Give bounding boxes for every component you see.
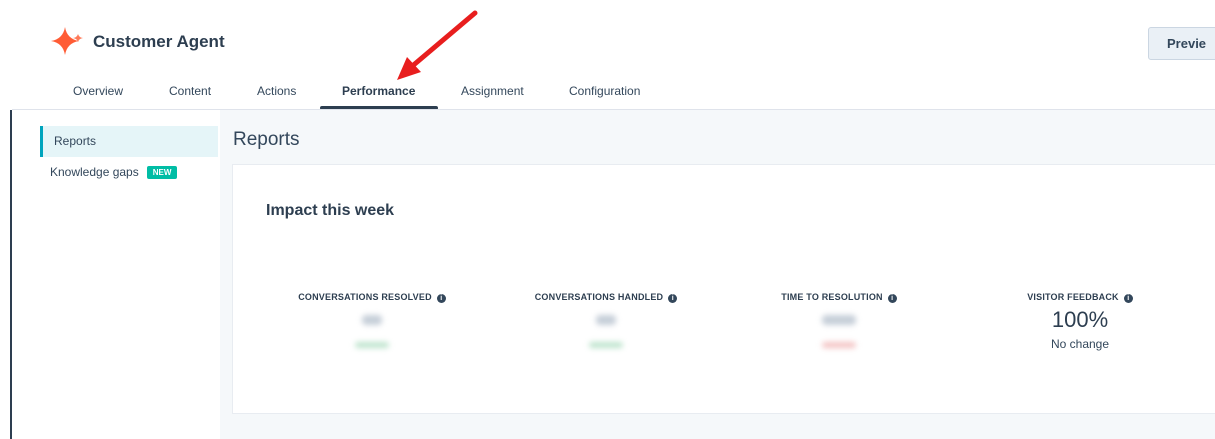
info-icon[interactable]: i bbox=[668, 294, 678, 303]
info-icon[interactable]: i bbox=[1123, 294, 1133, 303]
sidebar-item-reports[interactable]: Reports bbox=[40, 126, 218, 157]
blurred-value bbox=[362, 315, 382, 325]
metric-label: VISITOR FEEDBACK bbox=[1027, 292, 1119, 302]
blurred-change bbox=[822, 342, 856, 348]
tab-configuration[interactable]: Configuration bbox=[569, 84, 640, 98]
card-title: Impact this week bbox=[266, 202, 395, 219]
metric-value: 100% bbox=[1051, 307, 1109, 332]
tab-bar: Overview Content Actions Performance Ass… bbox=[0, 74, 1215, 110]
main-content: Reports Impact this week CONVERSATIONS R… bbox=[220, 110, 1215, 439]
metric-time-to-resolution: TIME TO RESOLUTION i bbox=[729, 292, 949, 348]
blurred-change bbox=[589, 342, 623, 348]
app-title: Customer Agent bbox=[93, 32, 225, 51]
metric-conversations-handled: CONVERSATIONS HANDLED i bbox=[496, 292, 716, 348]
blurred-value bbox=[596, 315, 616, 325]
sidebar: Reports Knowledge gaps NEW bbox=[12, 110, 220, 439]
info-icon[interactable]: i bbox=[436, 294, 446, 303]
tab-actions[interactable]: Actions bbox=[257, 84, 296, 98]
info-icon[interactable]: i bbox=[887, 294, 897, 303]
metric-visitor-feedback: VISITOR FEEDBACK i 100% No change bbox=[970, 292, 1190, 351]
preview-button[interactable]: Previe bbox=[1148, 27, 1215, 60]
sparkle-logo-icon bbox=[51, 27, 83, 55]
sidebar-item-label: Reports bbox=[54, 134, 97, 148]
metric-conversations-resolved: CONVERSATIONS RESOLVED i bbox=[262, 292, 482, 348]
metric-change: No change bbox=[1050, 337, 1110, 351]
sidebar-item-label: Knowledge gaps bbox=[50, 165, 139, 179]
tab-overview[interactable]: Overview bbox=[73, 84, 123, 98]
red-arrow-annotation bbox=[397, 10, 478, 80]
metric-label: TIME TO RESOLUTION bbox=[781, 292, 883, 302]
blurred-value bbox=[822, 315, 856, 325]
sidebar-item-knowledge-gaps[interactable]: Knowledge gaps NEW bbox=[40, 157, 218, 188]
blurred-change bbox=[355, 342, 389, 348]
new-badge: NEW bbox=[146, 166, 178, 179]
impact-card: Impact this week CONVERSATIONS RESOLVED i… bbox=[232, 164, 1215, 414]
page-title: Reports bbox=[233, 129, 300, 150]
tab-content[interactable]: Content bbox=[169, 84, 211, 98]
app-header: Customer Agent Previe Overview Content A… bbox=[0, 0, 1215, 110]
metric-label: CONVERSATIONS HANDLED bbox=[534, 292, 664, 302]
metric-label: CONVERSATIONS RESOLVED bbox=[298, 292, 432, 302]
